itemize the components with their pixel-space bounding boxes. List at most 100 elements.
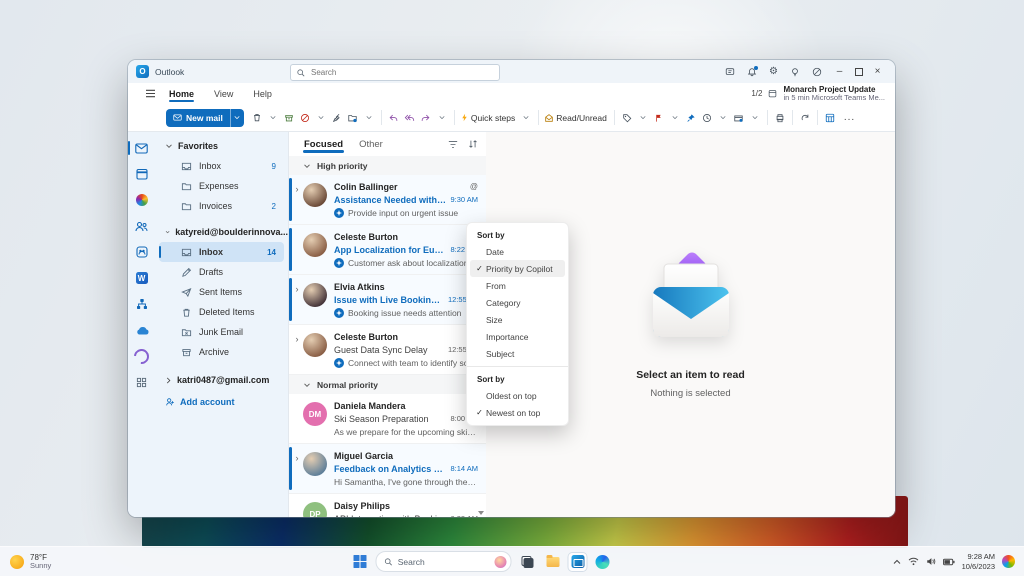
- folder-item-sent-items[interactable]: Sent Items: [159, 282, 284, 302]
- snooze-button[interactable]: [699, 109, 715, 127]
- rail-word-icon[interactable]: W: [128, 265, 155, 291]
- archive-button[interactable]: [281, 109, 297, 127]
- expand-conversation-chevron[interactable]: ›: [291, 280, 303, 319]
- folder-item-expenses[interactable]: Expenses: [159, 176, 284, 196]
- battery-icon[interactable]: [942, 558, 955, 566]
- more-commands-button[interactable]: ...: [844, 112, 855, 123]
- email-row[interactable]: Celeste Burton App Localization for Europ…: [289, 225, 486, 275]
- forward-button[interactable]: [418, 109, 434, 127]
- sort-option-from[interactable]: From: [470, 277, 565, 294]
- rules-dropdown[interactable]: [747, 109, 763, 127]
- rail-loop-icon[interactable]: [128, 343, 155, 369]
- sort-option-newest-on-top[interactable]: ✓ Newest on top: [470, 404, 565, 421]
- rail-more-apps-icon[interactable]: [128, 369, 155, 395]
- start-button[interactable]: [351, 553, 369, 571]
- task-view-button[interactable]: [519, 553, 537, 571]
- notifications-bell-icon[interactable]: [747, 65, 759, 77]
- scrollbar-down-arrow[interactable]: [478, 511, 484, 515]
- email-row[interactable]: › Miguel Garcia Feedback on Analytics Dash…: [289, 444, 486, 494]
- copilot-icon[interactable]: [1002, 555, 1015, 568]
- minimize-button[interactable]: –: [830, 61, 849, 82]
- meeting-reminder[interactable]: 1/2 Monarch Project Update in 5 min Micr…: [751, 85, 895, 103]
- rail-people-icon[interactable]: [128, 213, 155, 239]
- expand-conversation-chevron[interactable]: ›: [291, 330, 303, 369]
- tab-other[interactable]: Other: [358, 135, 384, 154]
- quick-steps-button[interactable]: Quick steps: [459, 109, 518, 127]
- new-mail-dropdown[interactable]: [229, 108, 244, 127]
- folder-item-invoices[interactable]: Invoices 2: [159, 196, 284, 216]
- flag-button[interactable]: [651, 109, 667, 127]
- sort-option-subject[interactable]: Subject: [470, 345, 565, 362]
- report-dropdown[interactable]: [313, 109, 329, 127]
- weather-widget[interactable]: 78°F Sunny: [0, 553, 51, 571]
- folder-section-header[interactable]: Favorites: [155, 136, 288, 156]
- table-button[interactable]: [822, 109, 838, 127]
- read-unread-button[interactable]: Read/Unread: [543, 109, 610, 127]
- undo-button[interactable]: [797, 109, 813, 127]
- sort-option-importance[interactable]: Importance: [470, 328, 565, 345]
- email-row[interactable]: DP Daisy Philips API Integration with Book…: [289, 494, 486, 517]
- priority-group-header[interactable]: Normal priority: [289, 375, 486, 394]
- delete-button[interactable]: [249, 109, 265, 127]
- quick-steps-dropdown[interactable]: [518, 109, 534, 127]
- account-katri0487[interactable]: katri0487@gmail.com: [155, 370, 288, 390]
- search-input[interactable]: [309, 67, 493, 78]
- sort-option-date[interactable]: Date: [470, 243, 565, 260]
- close-button[interactable]: ×: [868, 61, 887, 82]
- add-account-button[interactable]: Add account: [155, 392, 288, 412]
- hamburger-menu-icon[interactable]: [142, 89, 158, 98]
- tab-view[interactable]: View: [212, 86, 235, 102]
- folder-item-inbox[interactable]: Inbox 14: [159, 242, 284, 262]
- rules-button[interactable]: [731, 109, 747, 127]
- folder-item-deleted-items[interactable]: Deleted Items: [159, 302, 284, 322]
- sweep-button[interactable]: [329, 109, 345, 127]
- filter-icon[interactable]: [448, 140, 458, 149]
- print-button[interactable]: [772, 109, 788, 127]
- folder-item-junk-email[interactable]: Junk Email: [159, 322, 284, 342]
- wifi-icon[interactable]: [908, 557, 919, 566]
- email-row[interactable]: › Colin Ballinger @ Assistance Needed with.…: [289, 175, 486, 225]
- folder-item-inbox[interactable]: Inbox 9: [159, 156, 284, 176]
- email-row[interactable]: › Celeste Burton Guest Data Sync Delay 12:5…: [289, 325, 486, 375]
- snooze-dropdown[interactable]: [715, 109, 731, 127]
- help-icon[interactable]: [812, 67, 822, 77]
- volume-icon[interactable]: [926, 557, 936, 566]
- outlook-taskbar-button[interactable]: [568, 552, 587, 571]
- pin-button[interactable]: [683, 109, 699, 127]
- tab-home[interactable]: Home: [167, 86, 196, 102]
- reply-button[interactable]: [386, 109, 402, 127]
- sort-option-size[interactable]: Size: [470, 311, 565, 328]
- tag-dropdown[interactable]: [635, 109, 651, 127]
- move-to-dropdown[interactable]: [361, 109, 377, 127]
- forward-dropdown[interactable]: [434, 109, 450, 127]
- sort-icon[interactable]: [468, 139, 478, 149]
- rail-org-chart-icon[interactable]: [128, 291, 155, 317]
- rail-calendar-icon[interactable]: [128, 161, 155, 187]
- folder-item-drafts[interactable]: Drafts: [159, 262, 284, 282]
- flag-dropdown[interactable]: [667, 109, 683, 127]
- email-row[interactable]: › Elvia Atkins Issue with Live Booking Sys…: [289, 275, 486, 325]
- folder-section-header[interactable]: katyreid@boulderinnova...: [155, 222, 288, 242]
- rail-mail-icon[interactable]: [128, 135, 155, 161]
- rail-onedrive-icon[interactable]: [128, 317, 155, 343]
- expand-conversation-chevron[interactable]: ›: [291, 449, 303, 488]
- clock-widget[interactable]: 9:28 AM 10/6/2023: [962, 552, 995, 571]
- delete-dropdown[interactable]: [265, 109, 281, 127]
- new-mail-button[interactable]: New mail: [166, 108, 244, 127]
- tab-help[interactable]: Help: [251, 86, 274, 102]
- rail-groups-icon[interactable]: [128, 239, 155, 265]
- folder-item-archive[interactable]: Archive: [159, 342, 284, 362]
- file-explorer-button[interactable]: [544, 553, 562, 571]
- report-button[interactable]: [297, 109, 313, 127]
- email-row[interactable]: DM Daniela Mandera Ski Season Preparation 8…: [289, 394, 486, 444]
- feedback-icon[interactable]: [725, 67, 735, 77]
- tray-chevron-icon[interactable]: [893, 559, 901, 565]
- tips-lightbulb-icon[interactable]: [790, 67, 800, 77]
- reply-all-button[interactable]: [402, 109, 418, 127]
- tab-focused[interactable]: Focused: [303, 135, 345, 154]
- maximize-button[interactable]: [849, 61, 868, 82]
- expand-conversation-chevron[interactable]: ›: [291, 180, 303, 219]
- app-search-box[interactable]: [290, 64, 500, 81]
- rail-microsoft365-icon[interactable]: [128, 187, 155, 213]
- priority-group-header[interactable]: High priority: [289, 156, 486, 175]
